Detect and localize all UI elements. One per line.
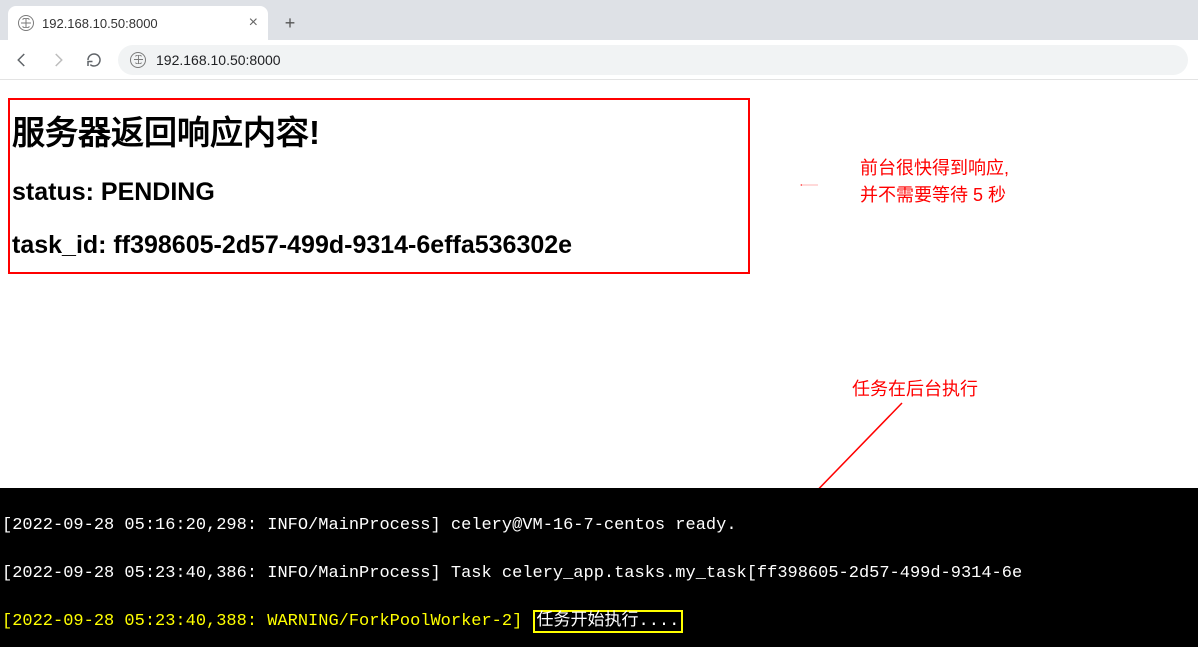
globe-icon <box>130 52 146 68</box>
reload-button[interactable] <box>82 48 106 72</box>
terminal-line-1: [2022-09-28 05:16:20,298: INFO/MainProce… <box>2 514 1196 538</box>
status-line: status: PENDING <box>12 178 746 207</box>
terminal-line-2: [2022-09-28 05:23:40,386: INFO/MainProce… <box>2 562 1196 586</box>
annotation-frontend-line2: 并不需要等待 5 秒 <box>860 185 1006 205</box>
response-highlight-box: 服务器返回响应内容! status: PENDING task_id: ff39… <box>8 98 750 274</box>
response-title: 服务器返回响应内容! <box>12 106 746 154</box>
terminal-line-3: [2022-09-28 05:23:40,388: WARNING/ForkPo… <box>2 610 1196 634</box>
terminal-warning-prefix-1: [2022-09-28 05:23:40,388: WARNING/ForkPo… <box>2 612 522 631</box>
browser-tab-active[interactable]: 192.168.10.50:8000 × <box>8 6 268 40</box>
tab-title: 192.168.10.50:8000 <box>42 16 158 31</box>
globe-icon <box>18 15 34 31</box>
close-icon[interactable]: × <box>249 15 258 31</box>
forward-button[interactable] <box>46 48 70 72</box>
terminal-task-start-msg: 任务开始执行.... <box>533 610 684 633</box>
terminal-output: [2022-09-28 05:16:20,298: INFO/MainProce… <box>0 488 1198 647</box>
annotation-frontend-line1: 前台很快得到响应, <box>860 158 1009 178</box>
back-button[interactable] <box>10 48 34 72</box>
browser-toolbar: 192.168.10.50:8000 <box>0 40 1198 80</box>
annotation-arrow-1 <box>764 184 854 186</box>
browser-tab-strip: 192.168.10.50:8000 × + <box>0 0 1198 40</box>
task-id-line: task_id: ff398605-2d57-499d-9314-6effa53… <box>12 231 746 260</box>
new-tab-button[interactable]: + <box>276 9 304 37</box>
address-bar[interactable]: 192.168.10.50:8000 <box>118 45 1188 75</box>
url-text: 192.168.10.50:8000 <box>156 52 281 68</box>
annotation-frontend: 前台很快得到响应, 并不需要等待 5 秒 <box>860 155 1009 209</box>
